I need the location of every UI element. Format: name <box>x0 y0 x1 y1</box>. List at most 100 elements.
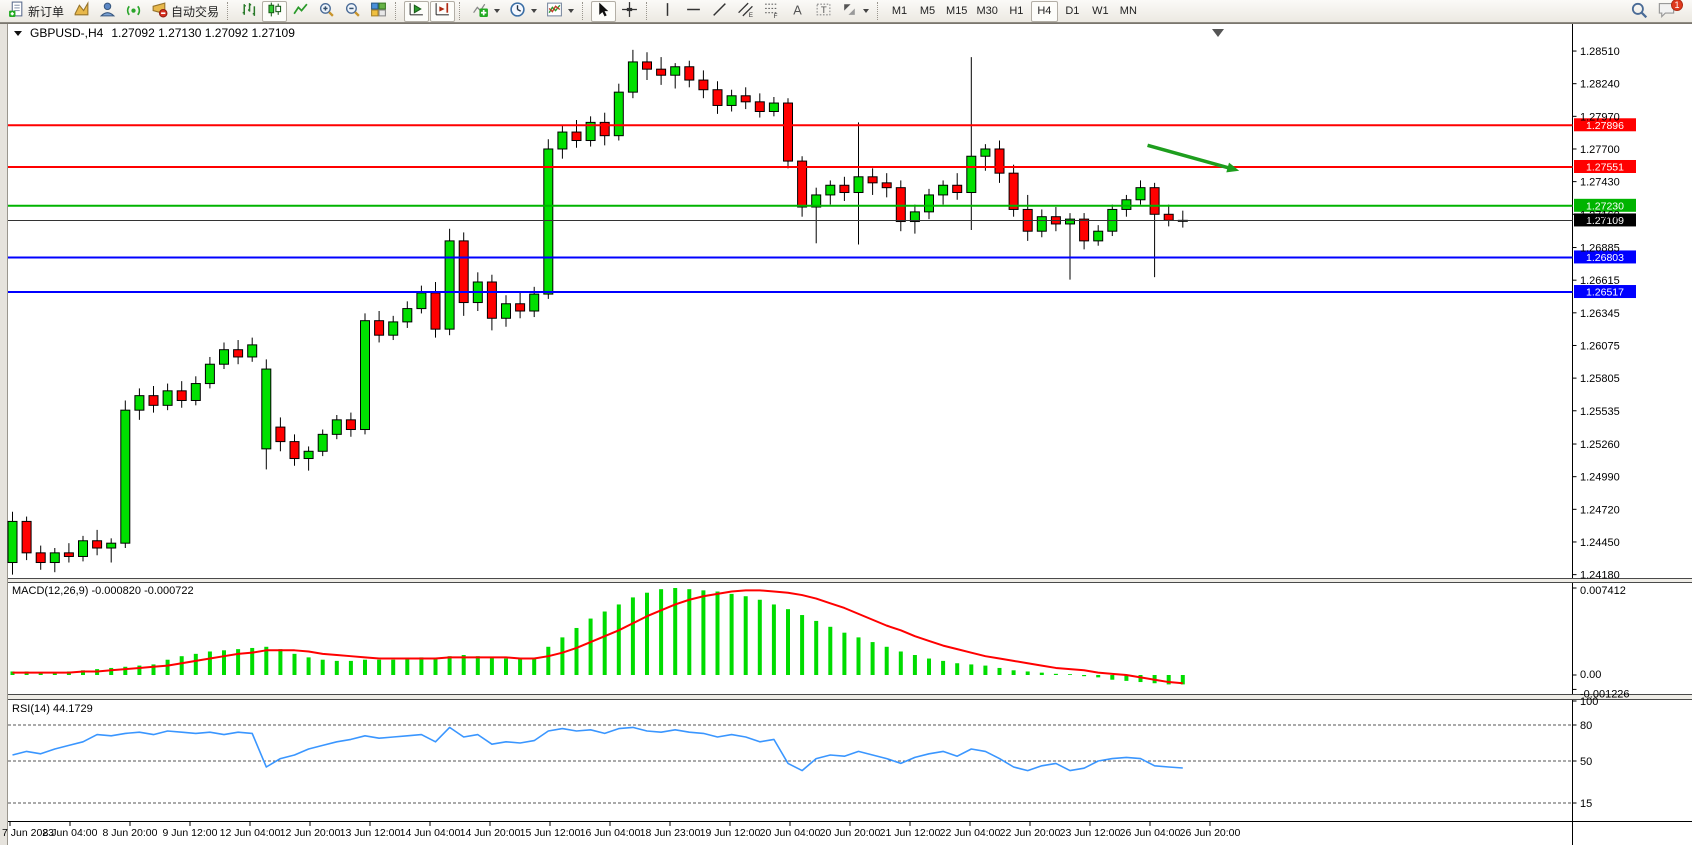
chart-frame <box>0 23 1692 845</box>
timeframe-w1-button[interactable]: W1 <box>1087 1 1114 22</box>
svg-text:22 Jun 20:00: 22 Jun 20:00 <box>1000 827 1061 839</box>
timeframe-m5-button[interactable]: M5 <box>914 1 941 22</box>
timeframe-h1-button[interactable]: H1 <box>1003 1 1030 22</box>
cursor-button[interactable] <box>591 1 616 22</box>
zoom-in-icon <box>318 1 335 21</box>
indicators-dropdown-icon <box>494 9 500 13</box>
macd-indicator-label: MACD(12,26,9) -0.000820 -0.000722 <box>12 585 194 597</box>
line-chart-icon <box>292 1 309 21</box>
chart-menu-icon[interactable] <box>14 31 22 36</box>
new-order-button[interactable]: 新订单 <box>4 1 68 22</box>
main-toolbar: 新订单 自动交易 <box>0 0 1692 23</box>
chart-profile-button[interactable] <box>69 1 94 22</box>
svg-text:13 Jun 12:00: 13 Jun 12:00 <box>340 827 401 839</box>
chart-title-bar[interactable]: GBPUSD-,H4 1.27092 1.27130 1.27092 1.271… <box>8 25 568 41</box>
svg-text:A: A <box>793 2 802 17</box>
svg-text:26 Jun 04:00: 26 Jun 04:00 <box>1120 827 1181 839</box>
templates-icon <box>546 1 563 21</box>
clock-icon <box>509 1 526 21</box>
svg-text:14 Jun 04:00: 14 Jun 04:00 <box>400 827 461 839</box>
svg-text:0.007412: 0.007412 <box>1580 585 1626 597</box>
bar-chart-button[interactable] <box>236 1 261 22</box>
zoom-out-button[interactable] <box>340 1 365 22</box>
chart-shift-icon <box>434 1 451 21</box>
fibonacci-icon: F <box>763 1 780 21</box>
autotrading-button[interactable]: 自动交易 <box>147 1 223 22</box>
svg-text:21 Jun 12:00: 21 Jun 12:00 <box>880 827 941 839</box>
community-button[interactable] <box>95 1 120 22</box>
indicators-icon <box>472 1 489 21</box>
signals-icon <box>125 1 142 21</box>
timeframe-m30-button[interactable]: M30 <box>972 1 1001 22</box>
svg-text:1.24990: 1.24990 <box>1580 472 1620 484</box>
signals-button[interactable] <box>121 1 146 22</box>
periods-button[interactable] <box>505 1 541 22</box>
fibonacci-button[interactable]: F <box>759 1 784 22</box>
arrows-button[interactable] <box>837 1 873 22</box>
equidistant-channel-button[interactable]: E <box>733 1 758 22</box>
svg-text:50: 50 <box>1580 756 1592 768</box>
svg-text:15 Jun 12:00: 15 Jun 12:00 <box>520 827 581 839</box>
arrow-annotation <box>1148 145 1240 172</box>
toolbar-separator <box>395 2 400 20</box>
periods-dropdown-icon <box>531 9 537 13</box>
search-button[interactable] <box>1626 1 1652 22</box>
chart-ohlc-values: 1.27092 1.27130 1.27092 1.27109 <box>111 26 295 40</box>
chart-shift-button[interactable] <box>430 1 455 22</box>
horizontal-line-icon <box>685 1 702 21</box>
svg-text:1.26517: 1.26517 <box>1586 287 1624 299</box>
trendline-button[interactable] <box>707 1 732 22</box>
arrows-icon <box>841 1 858 21</box>
equidistant-channel-icon: E <box>737 1 754 21</box>
indicators-button[interactable] <box>468 1 504 22</box>
vertical-line-button[interactable] <box>655 1 680 22</box>
community-icon <box>99 1 116 21</box>
rsi-indicator-label: RSI(14) 44.1729 <box>12 703 93 715</box>
svg-text:1.26615: 1.26615 <box>1580 275 1620 287</box>
toolbar-separator <box>459 2 464 20</box>
timeframe-h4-button[interactable]: H4 <box>1031 1 1058 22</box>
timeframe-m15-button[interactable]: M15 <box>942 1 971 22</box>
svg-text:T: T <box>821 5 827 16</box>
toolbar-separator <box>877 2 882 20</box>
notification-badge: 1 <box>1671 0 1683 11</box>
timeframe-d1-button[interactable]: D1 <box>1059 1 1086 22</box>
templates-dropdown-icon <box>568 9 574 13</box>
svg-text:14 Jun 20:00: 14 Jun 20:00 <box>460 827 521 839</box>
timeframe-mn-button[interactable]: MN <box>1115 1 1142 22</box>
chat-button[interactable]: 1 <box>1653 1 1680 22</box>
new-order-icon <box>8 1 25 21</box>
svg-text:1.27970: 1.27970 <box>1580 111 1620 123</box>
line-chart-button[interactable] <box>288 1 313 22</box>
svg-text:100: 100 <box>1580 696 1598 708</box>
svg-text:1.28510: 1.28510 <box>1580 46 1620 58</box>
candlestick-chart-button[interactable] <box>262 1 287 22</box>
svg-text:0.00: 0.00 <box>1580 669 1601 681</box>
templates-button[interactable] <box>542 1 578 22</box>
bar-chart-icon <box>240 1 257 21</box>
time-axis: 7 Jun 20238 Jun 04:008 Jun 20:009 Jun 12… <box>2 822 1241 839</box>
horizontal-line-button[interactable] <box>681 1 706 22</box>
crosshair-button[interactable] <box>617 1 642 22</box>
tile-windows-button[interactable] <box>366 1 391 22</box>
text-label-icon: T <box>815 1 832 21</box>
timeframe-m1-button[interactable]: M1 <box>886 1 913 22</box>
text-icon: A <box>789 1 806 21</box>
svg-text:19 Jun 12:00: 19 Jun 12:00 <box>700 827 761 839</box>
chart-canvas[interactable]: 1.278961.275511.272301.271091.268031.265… <box>0 0 1692 845</box>
svg-text:20 Jun 20:00: 20 Jun 20:00 <box>820 827 881 839</box>
hlines-layer: 1.278961.275511.272301.271091.268031.265… <box>8 118 1636 298</box>
macd-layer: 0.0074120.00-0.001226 <box>11 585 1630 700</box>
autotrading-icon <box>151 1 168 21</box>
text-label-button[interactable]: T <box>811 1 836 22</box>
svg-text:1.25805: 1.25805 <box>1580 373 1620 385</box>
svg-text:16 Jun 04:00: 16 Jun 04:00 <box>580 827 641 839</box>
zoom-in-button[interactable] <box>314 1 339 22</box>
rsi-layer: 100805015 <box>8 696 1598 810</box>
svg-text:1.24720: 1.24720 <box>1580 504 1620 516</box>
chart-profile-icon <box>73 1 90 21</box>
search-icon <box>1630 1 1648 22</box>
auto-scroll-button[interactable] <box>404 1 429 22</box>
text-button[interactable]: A <box>785 1 810 22</box>
tile-windows-icon <box>370 1 387 21</box>
